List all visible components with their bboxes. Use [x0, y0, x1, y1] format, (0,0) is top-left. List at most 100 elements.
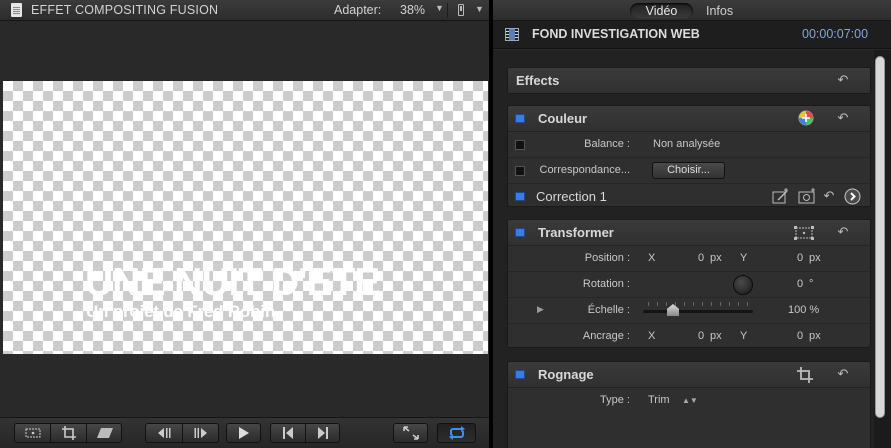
transformer-header[interactable]: Transformer ↶ [508, 220, 870, 246]
rognage-reset-icon[interactable]: ↶ [836, 366, 850, 382]
balance-value: Non analysée [653, 138, 721, 150]
edit-point-group [270, 423, 340, 443]
viewer-canvas[interactable]: UNE NUIT D'ETE Un projet de Fred Robin [3, 81, 488, 354]
rotation-dial[interactable] [733, 275, 753, 295]
scale-label: Échelle : [587, 304, 630, 316]
position-x-label: X [648, 252, 656, 264]
transform-onscreen-icon[interactable] [794, 226, 814, 240]
effects-header[interactable]: Effects ↶ [508, 68, 870, 93]
fullscreen-icon [402, 426, 419, 440]
onscreen-controls-group [14, 423, 122, 443]
viewer-header: EFFET COMPOSITING FUSION Adapter: 38% ▼ … [0, 0, 489, 21]
couleur-enable-checkbox[interactable] [515, 114, 525, 123]
viewer-toolbar [0, 417, 489, 448]
position-x-unit: px [710, 252, 722, 264]
effects-title: Effects [516, 73, 560, 88]
rognage-enable-checkbox[interactable] [515, 370, 525, 379]
balance-row: Balance : Non analysée [508, 132, 870, 158]
previous-edit-button[interactable] [271, 424, 306, 442]
film-icon [505, 28, 519, 41]
inspector-scrollbar[interactable] [875, 56, 885, 418]
previous-frame-button[interactable] [146, 424, 183, 442]
crop-onscreen-icon[interactable] [797, 367, 813, 383]
fullscreen-button[interactable] [393, 423, 428, 443]
crop-type-row: Type : Trim ▲▼ [508, 388, 870, 414]
anchor-row: Ancrage : X 0 px Y 0 px [508, 324, 870, 347]
anchor-y-label: Y [740, 330, 748, 342]
clip-header: FOND INVESTIGATION WEB 00:00:07:00 [493, 21, 891, 49]
couleur-title: Couleur [538, 111, 588, 126]
match-row: Correspondance... Choisir... [508, 158, 870, 184]
effects-reset-icon[interactable]: ↶ [836, 72, 850, 88]
rotation-unit: ° [809, 278, 814, 290]
crop-type-dropdown[interactable]: Trim [648, 394, 670, 406]
transformer-panel: Transformer ↶ Position : X 0 px Y 0 px R… [507, 219, 871, 348]
choose-match-button[interactable]: Choisir... [652, 162, 725, 179]
zoom-dropdown[interactable]: 38% [400, 3, 425, 17]
frame-step-group [145, 423, 219, 443]
correction-reset-icon[interactable]: ↶ [822, 188, 836, 204]
balance-label: Balance : [584, 138, 630, 150]
header-separator [447, 3, 448, 18]
scale-slider-ticks [648, 302, 748, 306]
effects-panel: Effects ↶ [507, 67, 871, 94]
match-label: Correspondance... [539, 164, 631, 176]
correction-enable-checkbox[interactable] [515, 192, 525, 201]
anchor-y-value[interactable]: 0 [797, 330, 803, 342]
rotation-value[interactable]: 0 [797, 278, 803, 290]
rotation-label: Rotation : [582, 278, 630, 290]
next-edit-icon [318, 427, 328, 439]
scale-disclosure-icon[interactable]: ▶ [537, 304, 544, 315]
couleur-reset-icon[interactable]: ↶ [836, 110, 850, 126]
crop-button[interactable] [51, 424, 87, 442]
correction-label: Correction 1 [536, 189, 607, 204]
scale-slider-track[interactable] [643, 310, 753, 313]
snapshot-icon[interactable] [798, 188, 816, 204]
crop-type-stepper-icon[interactable]: ▲▼ [682, 396, 698, 405]
tab-video[interactable]: Vidéo [630, 3, 693, 19]
position-x-value[interactable]: 0 [698, 252, 704, 264]
crop-type-label: Type : [600, 394, 630, 406]
view-options-icon[interactable] [458, 4, 464, 16]
transformer-title: Transformer [538, 225, 614, 240]
position-y-value[interactable]: 0 [797, 252, 803, 264]
next-frame-button[interactable] [183, 424, 219, 442]
transformer-reset-icon[interactable]: ↶ [836, 224, 850, 240]
viewer-title: EFFET COMPOSITING FUSION [31, 3, 219, 17]
tab-infos[interactable]: Infos [706, 3, 733, 19]
color-board-icon[interactable] [798, 110, 814, 126]
anchor-label: Ancrage : [582, 330, 630, 342]
correction-open-arrow-icon[interactable] [844, 188, 861, 205]
distort-button[interactable] [87, 424, 122, 442]
zoom-dropdown-arrow-icon[interactable]: ▼ [435, 3, 444, 13]
couleur-header[interactable]: Couleur ↶ [508, 106, 870, 132]
play-button[interactable] [226, 423, 261, 443]
anchor-x-value[interactable]: 0 [698, 330, 704, 342]
transformer-enable-checkbox[interactable] [515, 228, 525, 237]
color-wand-icon[interactable] [772, 188, 790, 204]
next-edit-button[interactable] [306, 424, 340, 442]
rognage-title: Rognage [538, 367, 594, 382]
anchor-x-unit: px [710, 330, 722, 342]
previous-frame-icon [158, 428, 171, 438]
inspector-tab-bar: Vidéo Infos [493, 0, 891, 21]
anchor-x-label: X [648, 330, 656, 342]
loop-playback-button[interactable] [437, 423, 476, 443]
overlay-subtitle-text: Un projet de Fred Robin [86, 302, 276, 321]
clip-duration: 00:00:07:00 [802, 27, 869, 41]
match-checkbox[interactable] [515, 166, 525, 176]
balance-checkbox[interactable] [515, 140, 525, 150]
zoom-label: Adapter: [334, 3, 382, 17]
viewer-panel: EFFET COMPOSITING FUSION Adapter: 38% ▼ … [0, 0, 489, 448]
clip-name: FOND INVESTIGATION WEB [532, 27, 700, 41]
position-y-unit: px [809, 252, 821, 264]
scale-value[interactable]: 100 % [788, 304, 819, 316]
crop-icon [61, 426, 76, 440]
transform-button[interactable] [15, 424, 51, 442]
rognage-header[interactable]: Rognage ↶ [508, 362, 870, 388]
previous-edit-icon [283, 427, 293, 439]
view-options-arrow-icon[interactable]: ▼ [475, 4, 484, 14]
next-frame-icon [194, 428, 207, 438]
overlay-title-text: UNE NUIT D'ETE [85, 261, 380, 304]
document-icon [11, 3, 22, 17]
